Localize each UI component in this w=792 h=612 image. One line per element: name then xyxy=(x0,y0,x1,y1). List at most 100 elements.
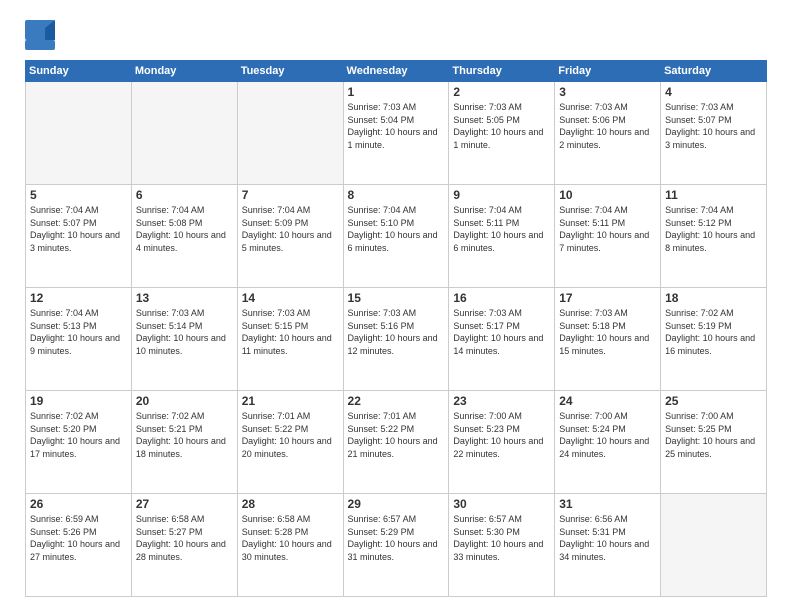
sunrise-label: Sunrise: 7:01 AM xyxy=(348,411,417,421)
day-cell: 10 Sunrise: 7:04 AM Sunset: 5:11 PM Dayl… xyxy=(555,185,661,288)
sunset-label: Sunset: 5:22 PM xyxy=(242,424,309,434)
day-cell xyxy=(237,82,343,185)
week-row-4: 19 Sunrise: 7:02 AM Sunset: 5:20 PM Dayl… xyxy=(26,391,767,494)
daylight-label: Daylight: 10 hours and 1 minute. xyxy=(453,127,543,150)
day-cell: 28 Sunrise: 6:58 AM Sunset: 5:28 PM Dayl… xyxy=(237,494,343,597)
sunrise-label: Sunrise: 6:57 AM xyxy=(348,514,417,524)
daylight-label: Daylight: 10 hours and 28 minutes. xyxy=(136,539,226,562)
day-number: 17 xyxy=(559,291,656,305)
day-info: Sunrise: 7:00 AM Sunset: 5:23 PM Dayligh… xyxy=(453,410,550,460)
day-cell: 2 Sunrise: 7:03 AM Sunset: 5:05 PM Dayli… xyxy=(449,82,555,185)
day-cell: 17 Sunrise: 7:03 AM Sunset: 5:18 PM Dayl… xyxy=(555,288,661,391)
daylight-label: Daylight: 10 hours and 3 minutes. xyxy=(30,230,120,253)
day-number: 20 xyxy=(136,394,233,408)
day-info: Sunrise: 7:03 AM Sunset: 5:16 PM Dayligh… xyxy=(348,307,445,357)
daylight-label: Daylight: 10 hours and 30 minutes. xyxy=(242,539,332,562)
sunrise-label: Sunrise: 7:03 AM xyxy=(559,102,628,112)
day-number: 30 xyxy=(453,497,550,511)
sunrise-label: Sunrise: 7:04 AM xyxy=(136,205,205,215)
sunrise-label: Sunrise: 6:57 AM xyxy=(453,514,522,524)
day-number: 31 xyxy=(559,497,656,511)
day-number: 13 xyxy=(136,291,233,305)
daylight-label: Daylight: 10 hours and 8 minutes. xyxy=(665,230,755,253)
daylight-label: Daylight: 10 hours and 6 minutes. xyxy=(453,230,543,253)
sunset-label: Sunset: 5:24 PM xyxy=(559,424,626,434)
daylight-label: Daylight: 10 hours and 2 minutes. xyxy=(559,127,649,150)
day-cell: 25 Sunrise: 7:00 AM Sunset: 5:25 PM Dayl… xyxy=(661,391,767,494)
day-info: Sunrise: 6:58 AM Sunset: 5:28 PM Dayligh… xyxy=(242,513,339,563)
sunset-label: Sunset: 5:23 PM xyxy=(453,424,520,434)
day-cell: 22 Sunrise: 7:01 AM Sunset: 5:22 PM Dayl… xyxy=(343,391,449,494)
sunset-label: Sunset: 5:05 PM xyxy=(453,115,520,125)
day-number: 12 xyxy=(30,291,127,305)
sunset-label: Sunset: 5:07 PM xyxy=(665,115,732,125)
day-number: 6 xyxy=(136,188,233,202)
day-info: Sunrise: 7:04 AM Sunset: 5:11 PM Dayligh… xyxy=(453,204,550,254)
day-cell: 6 Sunrise: 7:04 AM Sunset: 5:08 PM Dayli… xyxy=(131,185,237,288)
sunrise-label: Sunrise: 7:04 AM xyxy=(30,308,99,318)
daylight-label: Daylight: 10 hours and 22 minutes. xyxy=(453,436,543,459)
day-cell: 4 Sunrise: 7:03 AM Sunset: 5:07 PM Dayli… xyxy=(661,82,767,185)
sunset-label: Sunset: 5:17 PM xyxy=(453,321,520,331)
daylight-label: Daylight: 10 hours and 3 minutes. xyxy=(665,127,755,150)
weekday-header-saturday: Saturday xyxy=(661,61,767,82)
sunrise-label: Sunrise: 7:02 AM xyxy=(665,308,734,318)
day-number: 9 xyxy=(453,188,550,202)
daylight-label: Daylight: 10 hours and 10 minutes. xyxy=(136,333,226,356)
sunset-label: Sunset: 5:08 PM xyxy=(136,218,203,228)
day-info: Sunrise: 7:03 AM Sunset: 5:15 PM Dayligh… xyxy=(242,307,339,357)
sunset-label: Sunset: 5:29 PM xyxy=(348,527,415,537)
day-cell: 21 Sunrise: 7:01 AM Sunset: 5:22 PM Dayl… xyxy=(237,391,343,494)
day-info: Sunrise: 7:04 AM Sunset: 5:09 PM Dayligh… xyxy=(242,204,339,254)
sunset-label: Sunset: 5:21 PM xyxy=(136,424,203,434)
sunrise-label: Sunrise: 6:58 AM xyxy=(242,514,311,524)
day-info: Sunrise: 7:04 AM Sunset: 5:07 PM Dayligh… xyxy=(30,204,127,254)
day-number: 27 xyxy=(136,497,233,511)
calendar-table: SundayMondayTuesdayWednesdayThursdayFrid… xyxy=(25,60,767,597)
day-cell: 29 Sunrise: 6:57 AM Sunset: 5:29 PM Dayl… xyxy=(343,494,449,597)
day-number: 5 xyxy=(30,188,127,202)
sunset-label: Sunset: 5:25 PM xyxy=(665,424,732,434)
day-info: Sunrise: 7:03 AM Sunset: 5:07 PM Dayligh… xyxy=(665,101,762,151)
day-cell: 3 Sunrise: 7:03 AM Sunset: 5:06 PM Dayli… xyxy=(555,82,661,185)
sunrise-label: Sunrise: 7:04 AM xyxy=(665,205,734,215)
sunset-label: Sunset: 5:31 PM xyxy=(559,527,626,537)
daylight-label: Daylight: 10 hours and 9 minutes. xyxy=(30,333,120,356)
day-cell xyxy=(26,82,132,185)
sunset-label: Sunset: 5:20 PM xyxy=(30,424,97,434)
sunrise-label: Sunrise: 6:59 AM xyxy=(30,514,99,524)
sunrise-label: Sunrise: 7:01 AM xyxy=(242,411,311,421)
day-info: Sunrise: 7:03 AM Sunset: 5:06 PM Dayligh… xyxy=(559,101,656,151)
daylight-label: Daylight: 10 hours and 12 minutes. xyxy=(348,333,438,356)
day-info: Sunrise: 7:04 AM Sunset: 5:10 PM Dayligh… xyxy=(348,204,445,254)
day-info: Sunrise: 7:03 AM Sunset: 5:04 PM Dayligh… xyxy=(348,101,445,151)
logo xyxy=(25,20,59,50)
sunset-label: Sunset: 5:10 PM xyxy=(348,218,415,228)
sunset-label: Sunset: 5:28 PM xyxy=(242,527,309,537)
day-number: 23 xyxy=(453,394,550,408)
sunset-label: Sunset: 5:26 PM xyxy=(30,527,97,537)
sunset-label: Sunset: 5:09 PM xyxy=(242,218,309,228)
sunset-label: Sunset: 5:18 PM xyxy=(559,321,626,331)
day-number: 29 xyxy=(348,497,445,511)
page: SundayMondayTuesdayWednesdayThursdayFrid… xyxy=(0,0,792,612)
day-cell: 26 Sunrise: 6:59 AM Sunset: 5:26 PM Dayl… xyxy=(26,494,132,597)
day-info: Sunrise: 7:04 AM Sunset: 5:13 PM Dayligh… xyxy=(30,307,127,357)
day-info: Sunrise: 7:02 AM Sunset: 5:20 PM Dayligh… xyxy=(30,410,127,460)
day-cell: 7 Sunrise: 7:04 AM Sunset: 5:09 PM Dayli… xyxy=(237,185,343,288)
day-number: 11 xyxy=(665,188,762,202)
day-cell xyxy=(131,82,237,185)
daylight-label: Daylight: 10 hours and 6 minutes. xyxy=(348,230,438,253)
daylight-label: Daylight: 10 hours and 24 minutes. xyxy=(559,436,649,459)
sunrise-label: Sunrise: 7:00 AM xyxy=(453,411,522,421)
sunrise-label: Sunrise: 7:04 AM xyxy=(559,205,628,215)
sunrise-label: Sunrise: 7:03 AM xyxy=(453,308,522,318)
daylight-label: Daylight: 10 hours and 34 minutes. xyxy=(559,539,649,562)
sunset-label: Sunset: 5:27 PM xyxy=(136,527,203,537)
day-info: Sunrise: 7:02 AM Sunset: 5:21 PM Dayligh… xyxy=(136,410,233,460)
day-number: 16 xyxy=(453,291,550,305)
day-info: Sunrise: 6:58 AM Sunset: 5:27 PM Dayligh… xyxy=(136,513,233,563)
sunrise-label: Sunrise: 7:02 AM xyxy=(136,411,205,421)
day-number: 21 xyxy=(242,394,339,408)
sunrise-label: Sunrise: 7:03 AM xyxy=(665,102,734,112)
